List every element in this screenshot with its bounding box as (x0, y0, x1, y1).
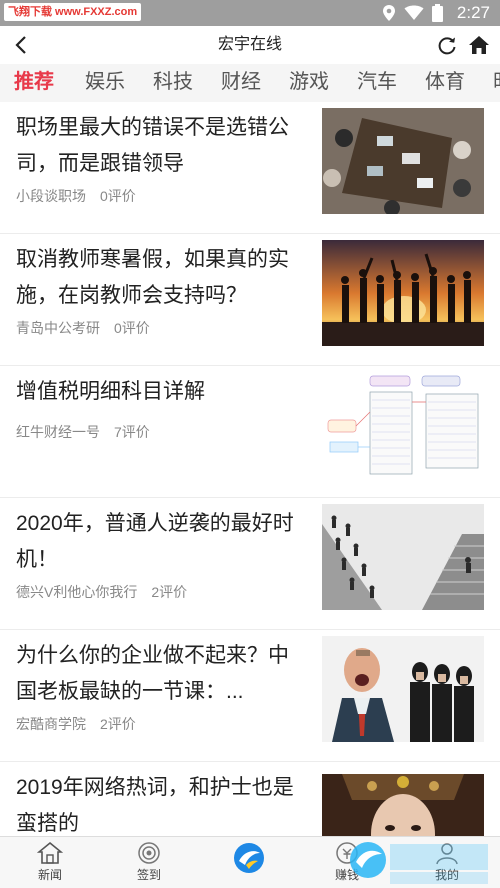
list-item[interactable]: 取消教师寒暑假，如果真的实施，在岗教师会支持吗？ 青岛中公考研 0评价 (0, 234, 500, 366)
nav-checkin[interactable]: 签到 (114, 841, 184, 887)
target-icon (138, 842, 160, 864)
home-icon[interactable] (468, 34, 490, 56)
tab-finance[interactable]: 财经 (221, 64, 261, 102)
page-title: 宏宇在线 (217, 36, 282, 53)
nav-checkin-label: 签到 (136, 868, 161, 882)
list-item[interactable]: 为什么你的企业做不起来？中国老板最缺的一节课：... 宏酷商学院 2评价 (0, 630, 500, 762)
tab-sports[interactable]: 体育 (425, 64, 465, 102)
article-meta: 青岛中公考研 0评价 (16, 318, 150, 338)
tab-entertainment[interactable]: 娱乐 (85, 64, 125, 102)
stairs-runners-image (322, 504, 484, 610)
article-thumbnail[interactable] (322, 504, 484, 610)
article-thumbnail[interactable] (322, 636, 484, 742)
article-meta: 小段谈职场 0评价 (16, 186, 136, 206)
status-icons: 2:27 (382, 0, 490, 26)
list-item[interactable]: 2019年网络热词，和护士也是蛮搭的 (0, 762, 500, 836)
article-title[interactable]: 2020年，普通人逆袭的最好时机！ (16, 506, 302, 578)
news-feed: 职场里最大的错误不是选错公司，而是跟错领导 小段谈职场 0评价 取消教师寒暑假，如… (0, 102, 500, 836)
refresh-icon[interactable] (436, 34, 458, 56)
list-item[interactable]: 职场里最大的错误不是选错公司，而是跟错领导 小段谈职场 0评价 (0, 102, 500, 234)
article-meta: 宏酷商学院 2评价 (16, 714, 136, 734)
article-thumbnail[interactable] (322, 108, 484, 214)
article-comments: 7评价 (114, 424, 150, 440)
nav-news[interactable]: 新闻 (15, 841, 85, 887)
tab-recommend[interactable]: 推荐 (14, 64, 54, 102)
article-title[interactable]: 职场里最大的错误不是选错公司，而是跟错领导 (16, 110, 302, 182)
list-item[interactable]: 2020年，普通人逆袭的最好时机！ 德兴V利他心你我行 2评价 (0, 498, 500, 630)
article-comments: 2评价 (151, 584, 188, 600)
article-source: 宏酷商学院 (16, 716, 86, 732)
article-comments: 0评价 (114, 320, 150, 336)
article-source: 小段谈职场 (16, 188, 86, 204)
article-title[interactable]: 2019年网络热词，和护士也是蛮搭的 (16, 770, 302, 836)
article-thumbnail[interactable] (322, 372, 484, 478)
article-meta: 德兴V利他心你我行 2评价 (16, 582, 187, 602)
article-thumbnail[interactable] (322, 240, 484, 346)
tab-auto[interactable]: 汽车 (357, 64, 397, 102)
meeting-table-image (322, 108, 484, 214)
article-source: 德兴V利他心你我行 (16, 584, 138, 600)
list-item[interactable]: 增值税明细科目详解 红牛财经一号 7评价 (0, 366, 500, 498)
title-bar: 宏宇在线 (0, 26, 500, 64)
article-source: 红牛财经一号 (16, 424, 100, 440)
home-icon (37, 841, 63, 864)
article-comments: 2评价 (100, 716, 136, 732)
location-icon (382, 5, 395, 21)
article-thumbnail[interactable] (322, 774, 484, 836)
app-logo-icon (234, 843, 264, 873)
tax-diagram-image (322, 372, 484, 478)
nav-news-label: 新闻 (37, 868, 62, 882)
tab-tech[interactable]: 科技 (153, 64, 193, 102)
shouting-boss-image (322, 636, 484, 742)
status-bar: 飞翔下载 www.FXXZ.com 2:27 (0, 0, 500, 26)
article-comments: 0评价 (100, 188, 136, 204)
back-icon[interactable] (10, 33, 34, 57)
watermark-label: 飞翔下载 www.FXXZ.com (4, 3, 142, 21)
tab-games[interactable]: 游戏 (289, 64, 329, 102)
wifi-icon (404, 5, 424, 20)
battery-icon (431, 4, 443, 22)
article-title[interactable]: 取消教师寒暑假，如果真的实施，在岗教师会支持吗？ (16, 242, 302, 314)
status-time: 2:27 (456, 3, 490, 22)
costume-portrait-image (322, 774, 484, 836)
site-watermark-logo (350, 842, 488, 884)
article-title[interactable]: 为什么你的企业做不起来？中国老板最缺的一节课：... (16, 638, 302, 710)
article-source: 青岛中公考研 (16, 320, 100, 336)
nav-center[interactable] (214, 841, 284, 887)
category-tabs: 推荐 娱乐 科技 财经 游戏 汽车 体育 时 (0, 64, 500, 102)
tab-fashion[interactable]: 时 (493, 64, 500, 102)
article-meta: 红牛财经一号 7评价 (16, 422, 150, 442)
sunset-silhouettes-image (322, 240, 484, 346)
